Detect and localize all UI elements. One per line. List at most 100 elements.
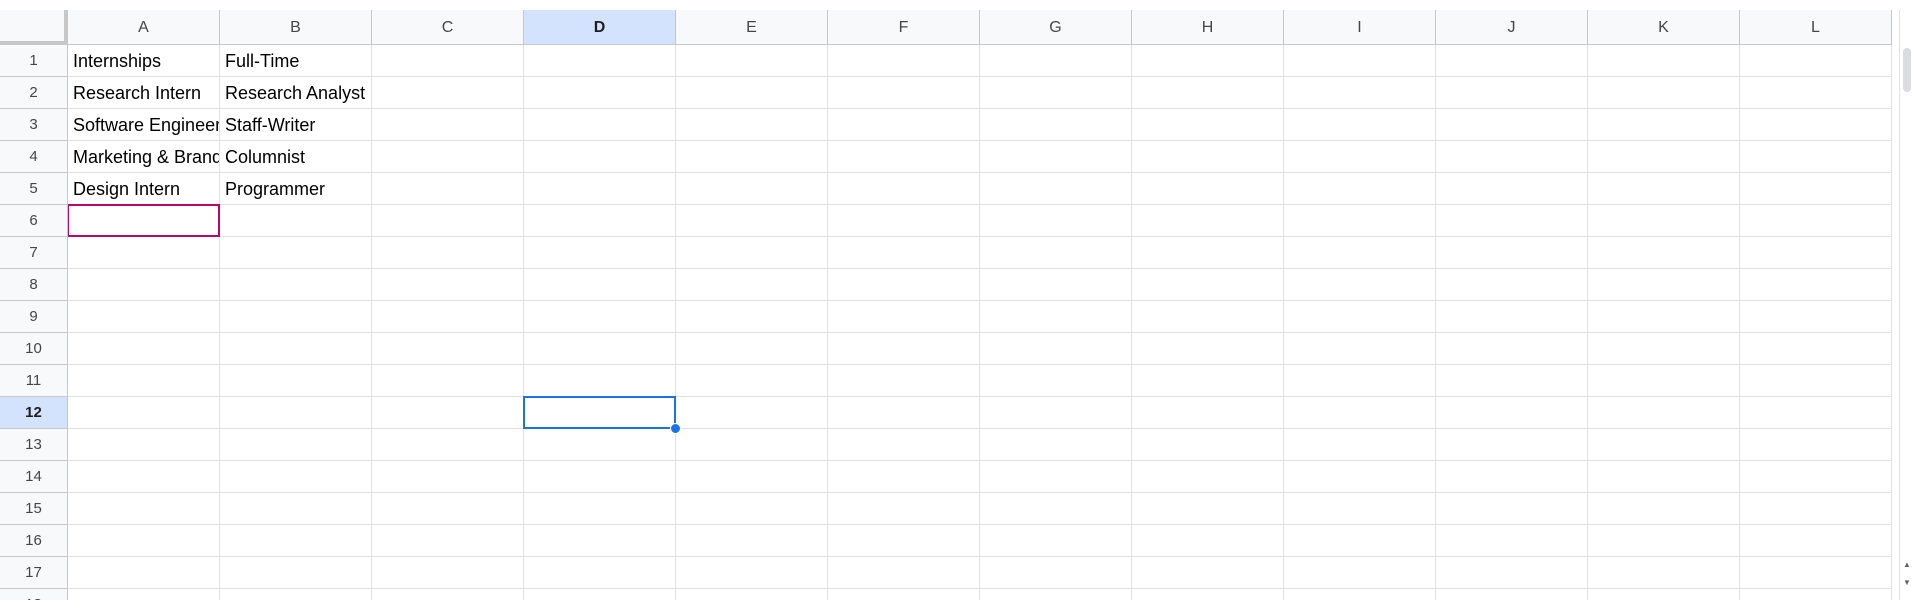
column-header-g[interactable]: G bbox=[980, 10, 1132, 45]
cell-h16[interactable] bbox=[1132, 525, 1284, 557]
cell-d18[interactable] bbox=[524, 589, 676, 600]
column-header-l[interactable]: L bbox=[1740, 10, 1892, 45]
cell-c2[interactable] bbox=[372, 77, 524, 109]
cell-i10[interactable] bbox=[1284, 333, 1436, 365]
cell-g7[interactable] bbox=[980, 237, 1132, 269]
vertical-scrollbar[interactable]: ▲ ▼ bbox=[1899, 10, 1914, 600]
cell-i3[interactable] bbox=[1284, 109, 1436, 141]
cell-a1[interactable]: Internships bbox=[68, 45, 220, 77]
cell-i1[interactable] bbox=[1284, 45, 1436, 77]
cell-c12[interactable] bbox=[372, 397, 524, 429]
cell-f1[interactable] bbox=[828, 45, 980, 77]
cell-j5[interactable] bbox=[1436, 173, 1588, 205]
cell-f6[interactable] bbox=[828, 205, 980, 237]
cell-l13[interactable] bbox=[1740, 429, 1892, 461]
cell-a5[interactable]: Design Intern bbox=[68, 173, 220, 205]
cell-f7[interactable] bbox=[828, 237, 980, 269]
cell-b5[interactable]: Programmer bbox=[220, 173, 372, 205]
cell-c6[interactable] bbox=[372, 205, 524, 237]
cell-a3[interactable]: Software Engineering Intern bbox=[68, 109, 220, 141]
cell-g2[interactable] bbox=[980, 77, 1132, 109]
cell-h1[interactable] bbox=[1132, 45, 1284, 77]
cell-a17[interactable] bbox=[68, 557, 220, 589]
cell-f5[interactable] bbox=[828, 173, 980, 205]
row-header-13[interactable]: 13 bbox=[0, 429, 68, 461]
cell-k7[interactable] bbox=[1588, 237, 1740, 269]
cell-f14[interactable] bbox=[828, 461, 980, 493]
row-header-5[interactable]: 5 bbox=[0, 173, 68, 205]
cell-j6[interactable] bbox=[1436, 205, 1588, 237]
cell-i17[interactable] bbox=[1284, 557, 1436, 589]
cell-k10[interactable] bbox=[1588, 333, 1740, 365]
cell-d11[interactable] bbox=[524, 365, 676, 397]
cell-j4[interactable] bbox=[1436, 141, 1588, 173]
cell-k15[interactable] bbox=[1588, 493, 1740, 525]
cell-j8[interactable] bbox=[1436, 269, 1588, 301]
cell-j12[interactable] bbox=[1436, 397, 1588, 429]
cell-k6[interactable] bbox=[1588, 205, 1740, 237]
cell-a12[interactable] bbox=[68, 397, 220, 429]
cell-k13[interactable] bbox=[1588, 429, 1740, 461]
cell-a13[interactable] bbox=[68, 429, 220, 461]
column-header-d[interactable]: D bbox=[524, 10, 676, 45]
cell-i9[interactable] bbox=[1284, 301, 1436, 333]
cell-e3[interactable] bbox=[676, 109, 828, 141]
cell-g1[interactable] bbox=[980, 45, 1132, 77]
cell-b16[interactable] bbox=[220, 525, 372, 557]
cell-l11[interactable] bbox=[1740, 365, 1892, 397]
cell-k9[interactable] bbox=[1588, 301, 1740, 333]
cell-e13[interactable] bbox=[676, 429, 828, 461]
cell-d3[interactable] bbox=[524, 109, 676, 141]
cell-j17[interactable] bbox=[1436, 557, 1588, 589]
cell-h18[interactable] bbox=[1132, 589, 1284, 600]
cell-h5[interactable] bbox=[1132, 173, 1284, 205]
column-header-k[interactable]: K bbox=[1588, 10, 1740, 45]
cell-c9[interactable] bbox=[372, 301, 524, 333]
cell-f11[interactable] bbox=[828, 365, 980, 397]
cell-l10[interactable] bbox=[1740, 333, 1892, 365]
cell-a7[interactable] bbox=[68, 237, 220, 269]
cell-e4[interactable] bbox=[676, 141, 828, 173]
cell-g18[interactable] bbox=[980, 589, 1132, 600]
cell-f2[interactable] bbox=[828, 77, 980, 109]
triangle-up-icon[interactable]: ▲ bbox=[1900, 558, 1914, 572]
cell-b14[interactable] bbox=[220, 461, 372, 493]
cell-d17[interactable] bbox=[524, 557, 676, 589]
cell-k5[interactable] bbox=[1588, 173, 1740, 205]
cell-b6[interactable] bbox=[220, 205, 372, 237]
cell-l17[interactable] bbox=[1740, 557, 1892, 589]
cell-j1[interactable] bbox=[1436, 45, 1588, 77]
cell-e9[interactable] bbox=[676, 301, 828, 333]
cell-h4[interactable] bbox=[1132, 141, 1284, 173]
row-header-17[interactable]: 17 bbox=[0, 557, 68, 589]
cell-j2[interactable] bbox=[1436, 77, 1588, 109]
cell-j9[interactable] bbox=[1436, 301, 1588, 333]
cell-c11[interactable] bbox=[372, 365, 524, 397]
cell-i16[interactable] bbox=[1284, 525, 1436, 557]
cell-j3[interactable] bbox=[1436, 109, 1588, 141]
cell-c10[interactable] bbox=[372, 333, 524, 365]
row-header-8[interactable]: 8 bbox=[0, 269, 68, 301]
cell-g10[interactable] bbox=[980, 333, 1132, 365]
cell-h14[interactable] bbox=[1132, 461, 1284, 493]
cell-b2[interactable]: Research Analyst bbox=[220, 77, 372, 109]
cell-l9[interactable] bbox=[1740, 301, 1892, 333]
cell-g9[interactable] bbox=[980, 301, 1132, 333]
cell-f8[interactable] bbox=[828, 269, 980, 301]
cell-d6[interactable] bbox=[524, 205, 676, 237]
row-header-11[interactable]: 11 bbox=[0, 365, 68, 397]
cell-b9[interactable] bbox=[220, 301, 372, 333]
cell-d15[interactable] bbox=[524, 493, 676, 525]
cell-c14[interactable] bbox=[372, 461, 524, 493]
cell-h13[interactable] bbox=[1132, 429, 1284, 461]
cell-a2[interactable]: Research Intern bbox=[68, 77, 220, 109]
cell-g12[interactable] bbox=[980, 397, 1132, 429]
cell-a4[interactable]: Marketing & Brand Intern bbox=[68, 141, 220, 173]
cell-i2[interactable] bbox=[1284, 77, 1436, 109]
cell-b10[interactable] bbox=[220, 333, 372, 365]
cell-g14[interactable] bbox=[980, 461, 1132, 493]
column-header-i[interactable]: I bbox=[1284, 10, 1436, 45]
cell-f13[interactable] bbox=[828, 429, 980, 461]
cell-h8[interactable] bbox=[1132, 269, 1284, 301]
cell-j13[interactable] bbox=[1436, 429, 1588, 461]
